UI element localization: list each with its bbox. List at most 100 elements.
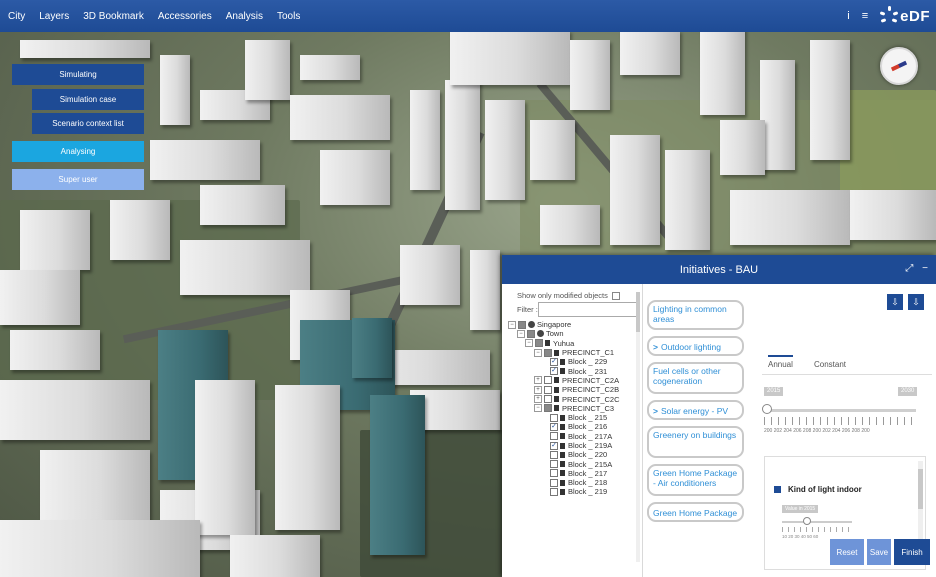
tab-bar: Annual Constant: [762, 355, 932, 375]
tree-node[interactable]: Block _ 220: [508, 450, 620, 459]
building-icon: [554, 349, 559, 356]
filter-input[interactable]: [538, 302, 640, 317]
tree-node[interactable]: + PRECINCT_C2B: [508, 385, 620, 394]
light-value-badge: Value in 2015: [782, 505, 819, 513]
scenario-context-list-button[interactable]: Scenario context list: [32, 113, 144, 134]
tree-node[interactable]: Block _ 218: [508, 478, 620, 487]
light-tick-labels: 10 20 30 40 50 60: [782, 534, 819, 539]
tree-node[interactable]: Block _ 219: [508, 487, 620, 496]
simulating-button[interactable]: Simulating: [12, 64, 144, 85]
initiative-detail: ⇩ ⇩ Annual Constant 2015 2030 200 202 20…: [754, 284, 936, 577]
upload-button[interactable]: ⇩: [887, 294, 903, 310]
menu-tools[interactable]: Tools: [277, 11, 300, 22]
top-menu-bar: City Layers 3D Bookmark Accessories Anal…: [0, 0, 936, 32]
building-icon: [560, 488, 565, 495]
initiative-green-home-package[interactable]: Green Home Package: [647, 502, 744, 522]
super-user-button[interactable]: Super user: [12, 169, 144, 190]
tree-node[interactable]: − Yuhua: [508, 339, 620, 348]
tree-node[interactable]: − Town: [508, 329, 620, 338]
building-icon: [560, 433, 565, 440]
building-icon: [560, 358, 565, 365]
building-icon: [560, 442, 565, 449]
tree-node[interactable]: ✓ Block _ 216: [508, 422, 620, 431]
minimize-icon[interactable]: −: [922, 263, 928, 274]
tree-node[interactable]: − PRECINCT_C3: [508, 404, 620, 413]
menu-city[interactable]: City: [8, 11, 25, 22]
menu-analysis[interactable]: Analysis: [226, 11, 263, 22]
simulation-case-button[interactable]: Simulation case: [32, 89, 144, 110]
building-icon: [560, 414, 565, 421]
light-slider-ticks: [782, 527, 852, 532]
initiative-greenery-buildings[interactable]: Greenery on buildings: [647, 426, 744, 458]
initiative-solar-pv[interactable]: > Solar energy - PV: [647, 400, 744, 420]
building-icon: [554, 386, 559, 393]
initiative-fuel-cells[interactable]: Fuel cells or other cogeneration: [647, 362, 744, 394]
reset-button[interactable]: Reset: [830, 539, 864, 565]
light-kind-label: Kind of light indoor: [788, 485, 862, 494]
menu-layers[interactable]: Layers: [39, 11, 69, 22]
globe-icon: [528, 321, 535, 329]
tree-node[interactable]: ✓ Block _ 229: [508, 357, 620, 366]
globe-icon: [537, 330, 544, 338]
show-only-modified[interactable]: Show only modified objects: [517, 291, 620, 301]
object-tree: − Singapore − Town − Yuhua − PRECINCT_C1 ✓ Bl…: [508, 320, 620, 497]
tab-constant[interactable]: Constant: [814, 360, 846, 369]
light-slider-track[interactable]: [782, 521, 852, 523]
menu-3d-bookmark[interactable]: 3D Bookmark: [83, 11, 144, 22]
range-min: 2015: [764, 387, 784, 396]
light-slider-handle[interactable]: [803, 517, 811, 525]
chevron-right-icon: >: [653, 406, 658, 416]
tree-node[interactable]: + PRECINCT_C2A: [508, 376, 620, 385]
initiatives-panel: Initiatives - BAU ⤢ − Show only modified…: [502, 255, 936, 577]
building-icon: [560, 368, 565, 375]
light-color-swatch: [774, 486, 781, 493]
tree-node[interactable]: Block _ 217A: [508, 432, 620, 441]
tree-node[interactable]: − Singapore: [508, 320, 620, 329]
tree-node[interactable]: Block _ 215: [508, 413, 620, 422]
save-button[interactable]: Save: [867, 539, 891, 565]
expand-icon[interactable]: ⤢: [905, 263, 913, 274]
building-icon: [560, 423, 565, 430]
object-tree-panel: Show only modified objects Filter : − Sin…: [502, 284, 643, 577]
edf-sun-icon: [879, 6, 899, 25]
building-icon: [560, 461, 565, 468]
tree-node[interactable]: − PRECINCT_C1: [508, 348, 620, 357]
initiative-outdoor-lighting[interactable]: > Outdoor lighting: [647, 336, 744, 356]
info-icon[interactable]: i: [847, 10, 849, 22]
year-slider-ticks: [764, 417, 916, 425]
building-icon: [554, 396, 559, 403]
menu-accessories[interactable]: Accessories: [158, 11, 212, 22]
initiative-green-home-air-conditioners[interactable]: Green Home Package - Air conditioners: [647, 464, 744, 496]
edf-logo: eDF: [879, 6, 930, 25]
range-max: 2030: [898, 387, 918, 396]
tab-annual[interactable]: Annual: [768, 355, 793, 369]
tree-node[interactable]: + PRECINCT_C2C: [508, 394, 620, 404]
menu-icon[interactable]: ≡: [862, 10, 868, 22]
building-icon: [560, 479, 565, 486]
building-icon: [560, 470, 565, 477]
download-button[interactable]: ⇩: [908, 294, 924, 310]
compass-icon[interactable]: [880, 47, 918, 85]
building-icon: [554, 405, 559, 412]
initiative-lighting-common-areas[interactable]: Lighting in common areas: [647, 300, 744, 330]
tree-node[interactable]: Block _ 217: [508, 469, 620, 478]
year-slider-track[interactable]: [766, 409, 916, 412]
show-only-label: Show only modified objects: [517, 291, 608, 300]
panel-header: Initiatives - BAU ⤢ −: [502, 255, 936, 284]
initiatives-list: Lighting in common areas > Outdoor lighti…: [642, 284, 752, 577]
tree-node[interactable]: Block _ 215A: [508, 459, 620, 469]
building-icon: [554, 377, 559, 384]
finish-button[interactable]: Finish: [894, 539, 930, 565]
building-icon: [545, 340, 550, 347]
panel-title: Initiatives - BAU: [679, 263, 759, 276]
filter-label: Filter :: [517, 305, 538, 314]
building-icon: [560, 451, 565, 458]
tree-node[interactable]: ✓ Block _ 219A: [508, 441, 620, 450]
tree-scrollbar[interactable]: [636, 292, 640, 562]
tree-node[interactable]: ✓ Block _ 231: [508, 366, 620, 376]
year-tick-labels: 200 202 204 206 208 200 202 204 206 208 …: [764, 428, 870, 434]
edf-logo-text: eDF: [900, 7, 930, 25]
analysing-button[interactable]: Analysing: [12, 141, 144, 162]
show-only-checkbox[interactable]: [611, 292, 620, 301]
year-slider-handle[interactable]: [762, 404, 772, 414]
